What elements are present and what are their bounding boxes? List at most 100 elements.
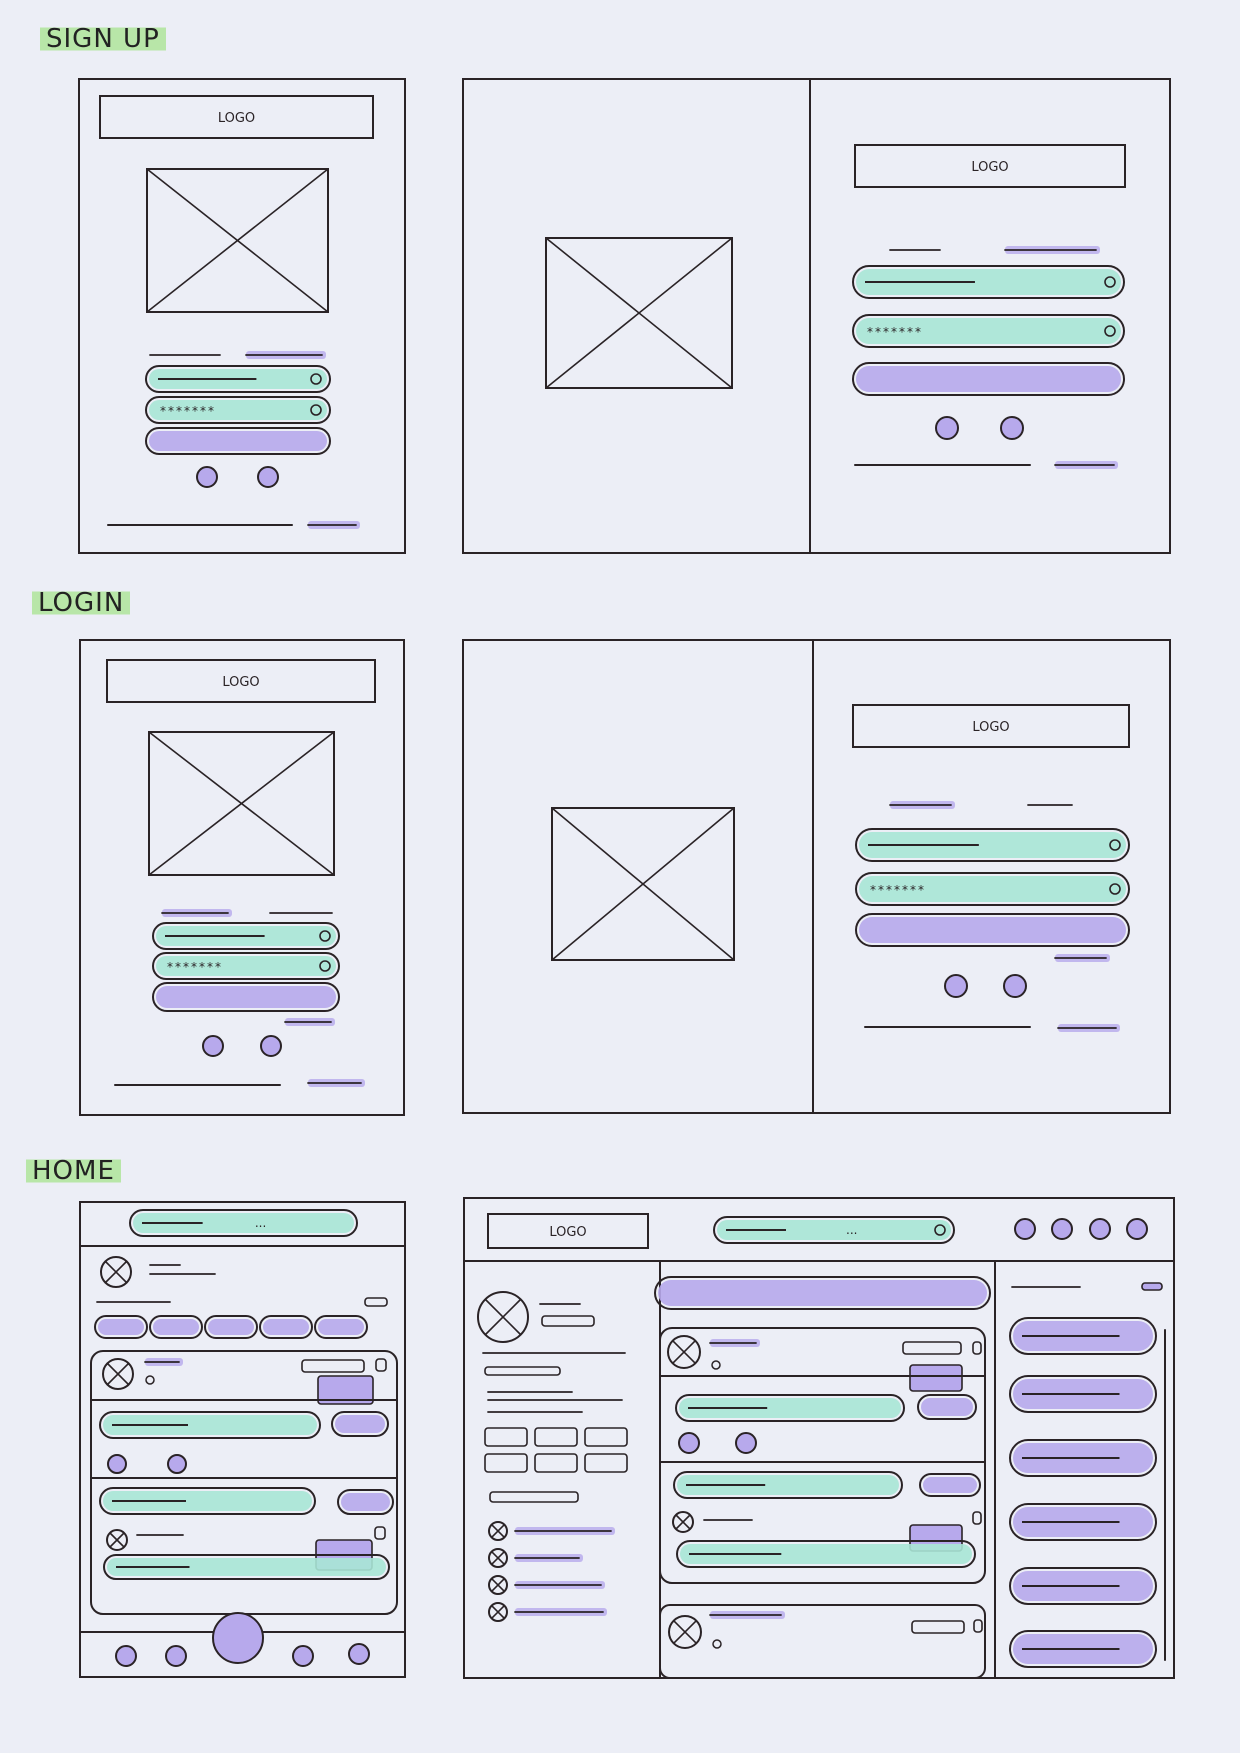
pill-fill bbox=[658, 1280, 987, 1306]
home-desktop-sidebar-user-avatar bbox=[488, 1548, 508, 1568]
login-mobile-frame bbox=[79, 639, 405, 1116]
home-mobile-card-input bbox=[99, 1487, 316, 1515]
home-mobile-card-menu-icon bbox=[375, 1358, 387, 1372]
home-desktop-post-tag bbox=[911, 1620, 965, 1634]
login-desktop-image bbox=[551, 807, 735, 961]
login-mobile-image bbox=[148, 731, 335, 876]
home-desktop-sidebar-chip bbox=[534, 1453, 578, 1473]
pill-fill bbox=[149, 431, 327, 451]
logo-text: LOGO bbox=[222, 675, 259, 690]
home-desktop-post-card bbox=[659, 1604, 986, 1679]
login-desktop-email-input bbox=[855, 828, 1130, 862]
pill-fill bbox=[856, 366, 1121, 392]
home-desktop-post-input bbox=[675, 1394, 905, 1422]
home-desktop-post-like bbox=[678, 1432, 700, 1454]
home-mobile-filter-chip bbox=[94, 1315, 148, 1339]
home-desktop-post-menu-icon bbox=[972, 1341, 982, 1355]
password-mask: ******* bbox=[160, 404, 216, 418]
home-mobile-nav-dot bbox=[165, 1645, 187, 1667]
home-mobile-card-action bbox=[331, 1411, 389, 1437]
home-mobile-card-input bbox=[103, 1554, 390, 1580]
home-mobile-frame bbox=[79, 1201, 406, 1678]
home-desktop-post-input bbox=[673, 1471, 903, 1499]
home-desktop-post-comment bbox=[735, 1432, 757, 1454]
home-desktop-suggestion-card bbox=[1009, 1375, 1157, 1413]
home-desktop-header-icon bbox=[1051, 1218, 1073, 1240]
home-desktop-sidebar-chip bbox=[584, 1427, 628, 1447]
home-desktop-post-input bbox=[676, 1540, 976, 1568]
signup-mobile-social-dot bbox=[196, 466, 218, 488]
home-mobile-card-menu-icon bbox=[374, 1526, 386, 1540]
home-mobile-filter-chip bbox=[314, 1315, 368, 1339]
signup-mobile-image bbox=[146, 168, 329, 313]
home-desktop-profile-handle bbox=[541, 1315, 595, 1327]
home-desktop-sidebar-chip bbox=[534, 1427, 578, 1447]
pill-fill bbox=[208, 1319, 254, 1335]
password-mask: ******* bbox=[867, 325, 923, 339]
home-desktop-suggestion-card bbox=[1009, 1503, 1157, 1541]
login-mobile-social-dot bbox=[202, 1035, 224, 1057]
home-mobile-filter-chip bbox=[204, 1315, 258, 1339]
pill-fill bbox=[153, 1319, 199, 1335]
signup-desktop-password-input: ******* bbox=[852, 314, 1125, 348]
login-desktop-social-dot bbox=[944, 974, 968, 998]
home-mobile-card-action bbox=[337, 1489, 394, 1515]
home-desktop-suggestion-card bbox=[1009, 1630, 1157, 1668]
wireframe-canvas: LOGO ******* LOGO ******* LOGO ******* LOGO ***… bbox=[78, 78, 1175, 1679]
home-desktop-sidebar-chip bbox=[584, 1453, 628, 1473]
home-mobile-filter-chip bbox=[259, 1315, 313, 1339]
home-desktop-post-action bbox=[919, 1473, 981, 1497]
home-desktop-post-menu-icon bbox=[972, 1511, 982, 1525]
home-mobile-badge bbox=[364, 1297, 388, 1307]
signup-desktop-submit-button bbox=[852, 362, 1125, 396]
home-desktop-sidebar-user-avatar bbox=[488, 1602, 508, 1622]
pill-fill bbox=[923, 1477, 977, 1493]
home-desktop-sidebar-user-avatar bbox=[488, 1521, 508, 1541]
home-desktop-composer bbox=[654, 1276, 991, 1310]
home-mobile-filter-chip bbox=[149, 1315, 203, 1339]
password-mask: ******* bbox=[167, 960, 223, 974]
logo-text: LOGO bbox=[549, 1225, 586, 1240]
home-desktop-post-status bbox=[711, 1360, 721, 1370]
logo-text: LOGO bbox=[971, 160, 1008, 175]
home-desktop-suggestion-card bbox=[1009, 1439, 1157, 1477]
home-desktop-suggestion-card bbox=[1009, 1567, 1157, 1605]
login-desktop-submit-button bbox=[855, 913, 1130, 947]
logo-text: LOGO bbox=[218, 111, 255, 126]
home-mobile-nav-dot bbox=[292, 1645, 314, 1667]
home-desktop-sidebar-chip bbox=[484, 1427, 528, 1447]
home-mobile-nav-dot bbox=[348, 1643, 370, 1665]
home-mobile-card-status bbox=[145, 1375, 155, 1385]
pill-fill bbox=[318, 1319, 364, 1335]
signup-mobile-submit-button bbox=[145, 427, 331, 455]
signup-mobile-social-dot bbox=[257, 466, 279, 488]
home-desktop-post-status bbox=[712, 1639, 722, 1649]
home-desktop-sidebar-section bbox=[489, 1491, 579, 1503]
search-dots: ... bbox=[255, 1216, 266, 1230]
pill-fill bbox=[98, 1319, 144, 1335]
home-mobile-nav-add-button bbox=[212, 1612, 264, 1664]
pill-fill bbox=[341, 1493, 390, 1511]
login-mobile-submit-button bbox=[152, 982, 340, 1012]
pill-fill bbox=[335, 1415, 385, 1433]
signup-desktop-image bbox=[545, 237, 733, 389]
signup-mobile-email-input bbox=[145, 365, 331, 393]
pill-fill bbox=[263, 1319, 309, 1335]
home-desktop-post-avatar bbox=[667, 1335, 701, 1369]
login-mobile-password-input: ******* bbox=[152, 952, 340, 980]
login-mobile-social-dot bbox=[260, 1035, 282, 1057]
pill-fill bbox=[921, 1398, 973, 1416]
home-mobile-search: ... bbox=[129, 1209, 358, 1237]
home-mobile-card-avatar-small bbox=[106, 1529, 128, 1551]
wireframe-sheet: SIGN UP LOGIN HOME LOGO ******* LOGO ******… bbox=[0, 0, 1240, 1753]
home-desktop-post-popup bbox=[909, 1364, 963, 1392]
home-mobile-like-dot bbox=[107, 1454, 127, 1474]
signup-mobile-password-input: ******* bbox=[145, 396, 331, 424]
login-desktop-social-dot bbox=[1003, 974, 1027, 998]
home-desktop-sidebar-user-avatar bbox=[488, 1575, 508, 1595]
home-desktop-suggestion-card bbox=[1009, 1317, 1157, 1355]
signup-desktop-social-dot bbox=[1000, 416, 1024, 440]
home-desktop-header-icon bbox=[1089, 1218, 1111, 1240]
pill-fill bbox=[859, 917, 1126, 943]
login-mobile-email-input bbox=[152, 922, 340, 950]
